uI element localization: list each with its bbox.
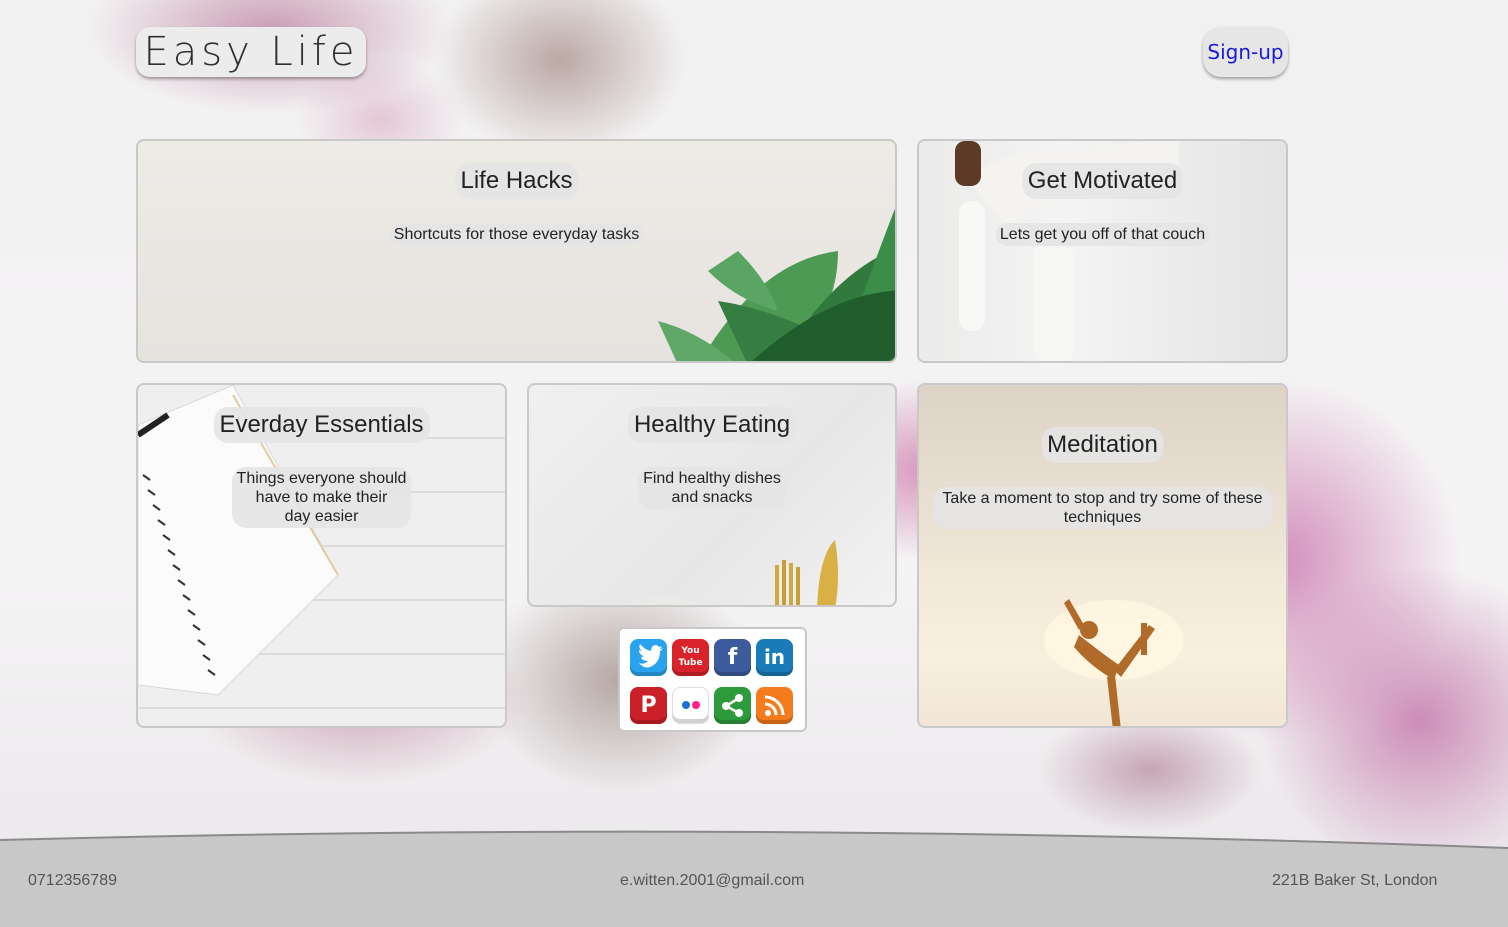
desc-line: have to make their xyxy=(255,489,388,506)
card-life-hacks[interactable]: Life Hacks Shortcuts for those everyday … xyxy=(136,139,897,363)
desc-line: day easier xyxy=(284,508,359,525)
card-title: Life Hacks xyxy=(454,163,579,199)
card-meditation[interactable]: Meditation Take a moment to stop and try… xyxy=(917,383,1288,728)
card-description: Shortcuts for those everyday tasks xyxy=(388,223,645,246)
signup-button[interactable]: Sign-up xyxy=(1203,27,1288,77)
linkedin-icon[interactable]: in xyxy=(756,639,793,676)
footer-address: 221B Baker St, London xyxy=(1272,872,1438,889)
flickr-icon[interactable] xyxy=(672,687,709,724)
desc-line: Take a moment to stop and try some of th… xyxy=(942,490,1263,507)
desc-line: Things everyone should xyxy=(236,470,407,487)
card-title: Healthy Eating xyxy=(627,407,797,443)
youtube-icon[interactable]: You Tube xyxy=(672,639,709,676)
facebook-icon[interactable]: f xyxy=(714,639,751,676)
card-description: Lets get you off of that couch xyxy=(994,223,1211,246)
site-logo[interactable]: Easy Life xyxy=(136,27,366,77)
card-everyday-essentials[interactable]: Everday Essentials Things everyone shoul… xyxy=(136,383,507,728)
card-title: Get Motivated xyxy=(1021,163,1184,199)
card-description: Things everyone should have to make thei… xyxy=(231,467,412,528)
card-title: Everday Essentials xyxy=(213,407,430,443)
card-get-motivated[interactable]: Get Motivated Lets get you off of that c… xyxy=(917,139,1288,363)
card-title: Meditation xyxy=(1041,427,1164,463)
footer-email[interactable]: e.witten.2001@gmail.com xyxy=(620,872,804,890)
desc-line: and snacks xyxy=(671,489,753,506)
card-description: Take a moment to stop and try some of th… xyxy=(932,487,1273,529)
card-healthy-eating[interactable]: Healthy Eating Find healthy dishes and s… xyxy=(527,383,897,607)
social-links: You Tube f in P xyxy=(618,627,807,732)
card-description: Find healthy dishes and snacks xyxy=(638,467,786,509)
twitter-icon[interactable] xyxy=(630,639,667,676)
share-icon[interactable] xyxy=(714,687,751,724)
footer-phone: 0712356789 xyxy=(28,872,117,889)
rss-icon[interactable] xyxy=(756,687,793,724)
desc-line: Find healthy dishes xyxy=(643,470,781,487)
pinterest-icon[interactable]: P xyxy=(630,687,667,724)
desc-line: techniques xyxy=(1063,509,1142,526)
